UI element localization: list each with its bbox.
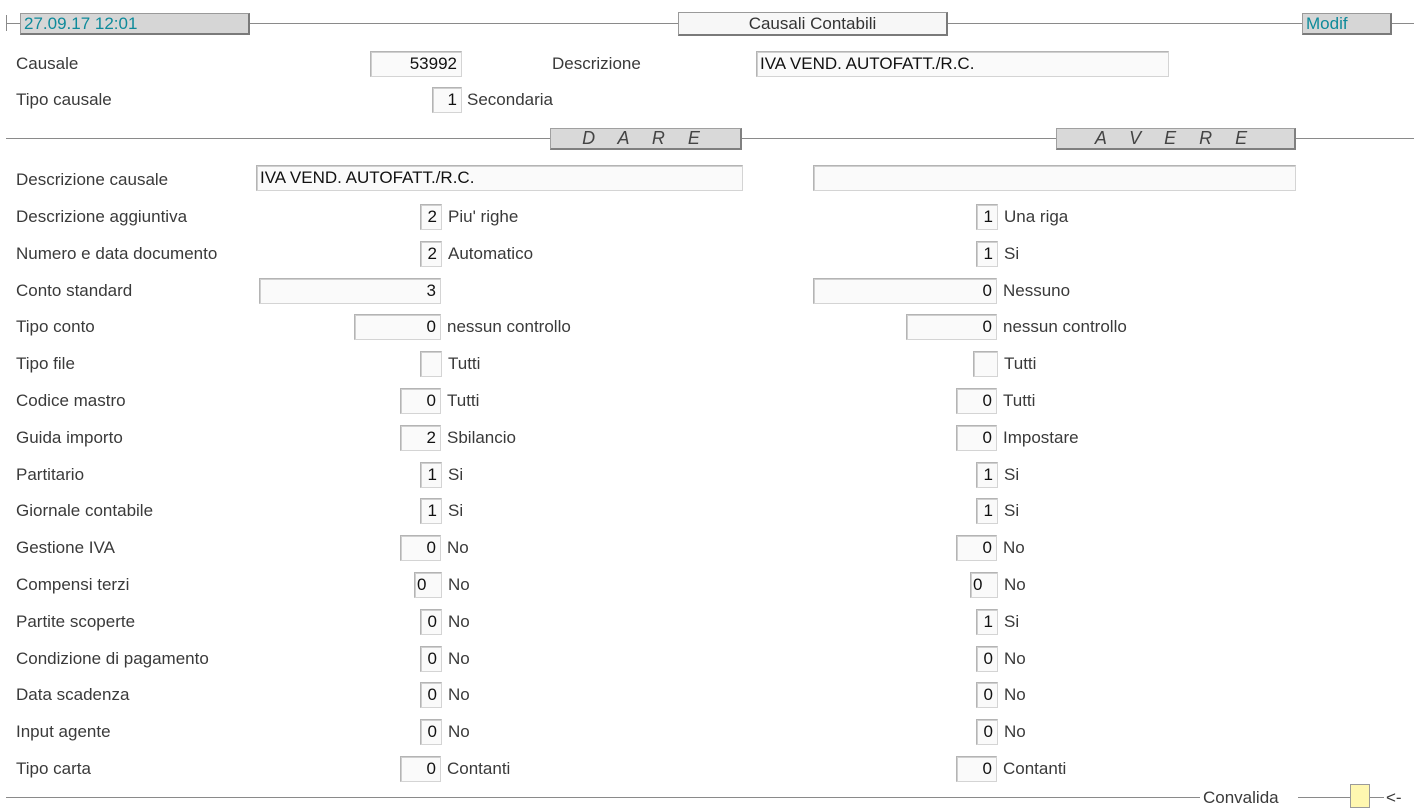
dare-guida-importo-field[interactable]: 2: [400, 425, 441, 451]
dare-partite-scoperte-field[interactable]: 0: [420, 609, 442, 635]
avere-tipo-conto-field[interactable]: 0: [906, 314, 997, 340]
dare-compensi-terzi-field[interactable]: 0: [414, 572, 442, 598]
dare-data-scadenza-desc: No: [448, 685, 470, 704]
convalida-label: Convalida: [1203, 788, 1279, 807]
avere-partitario-field[interactable]: 1: [976, 462, 998, 488]
avere-compensi-terzi-field[interactable]: 0: [970, 572, 998, 598]
dare-giornale-contabile-field[interactable]: 1: [420, 498, 442, 524]
avere-input-agente-field[interactable]: 0: [976, 719, 998, 745]
causale-label: Causale: [16, 54, 79, 73]
dare-partitario-field[interactable]: 1: [420, 462, 442, 488]
avere-giornale-contabile-field[interactable]: 1: [976, 498, 998, 524]
tipo-causale-desc: Secondaria: [467, 90, 554, 109]
dare-numero-e-data-documento-field[interactable]: 2: [420, 241, 442, 267]
partitario-label: Partitario: [16, 465, 85, 484]
avere-condizione-di-pagamento-desc: No: [1004, 649, 1026, 668]
avere-data-scadenza-field[interactable]: 0: [976, 682, 998, 708]
causale-code-field[interactable]: 53992: [370, 51, 462, 77]
avere-numero-e-data-documento-field[interactable]: 1: [976, 241, 998, 267]
condizione-di-pagamento-label: Condizione di pagamento: [16, 649, 209, 668]
gestione-iva-label: Gestione IVA: [16, 538, 115, 557]
dare-gestione-iva-field[interactable]: 0: [400, 535, 441, 561]
avere-codice-mastro-field[interactable]: 0: [956, 388, 997, 414]
dare-codice-mastro-field[interactable]: 0: [400, 388, 441, 414]
avere-tipo-carta-field[interactable]: 0: [956, 756, 997, 782]
dare-input-agente-desc: No: [448, 722, 470, 741]
dare-conto-standard-field[interactable]: 3: [259, 278, 441, 304]
dare-descrizione-causale-field[interactable]: IVA VEND. AUTOFATT./R.C.: [256, 165, 743, 191]
descrizione-causale-label: Descrizione causale: [16, 170, 169, 189]
conto-standard-label: Conto standard: [16, 281, 133, 300]
descrizione-label: Descrizione: [552, 54, 641, 73]
descrizione-field[interactable]: IVA VEND. AUTOFATT./R.C.: [756, 51, 1169, 77]
dare-giornale-contabile-desc: Si: [448, 501, 464, 520]
window-title: Causali Contabili: [678, 12, 948, 36]
avere-section-header: A V E R E: [1056, 128, 1296, 150]
avere-giornale-contabile-desc: Si: [1004, 501, 1020, 520]
tipo-conto-label: Tipo conto: [16, 317, 95, 336]
avere-descrizione-aggiuntiva-field[interactable]: 1: [976, 204, 998, 230]
avere-numero-e-data-documento-desc: Si: [1004, 244, 1020, 263]
dare-section-header: D A R E: [550, 128, 742, 150]
avere-partite-scoperte-field[interactable]: 1: [976, 609, 998, 635]
dare-input-agente-field[interactable]: 0: [420, 719, 442, 745]
dare-gestione-iva-desc: No: [447, 538, 469, 557]
dare-numero-e-data-documento-desc: Automatico: [448, 244, 534, 263]
avere-gestione-iva-desc: No: [1003, 538, 1025, 557]
avere-tipo-file-field[interactable]: [973, 351, 998, 377]
avere-partitario-desc: Si: [1004, 465, 1020, 484]
back-arrow[interactable]: <-: [1386, 787, 1402, 809]
partite-scoperte-label: Partite scoperte: [16, 612, 136, 631]
tipo-causale-label: Tipo causale: [16, 90, 112, 109]
numero-e-data-documento-label: Numero e data documento: [16, 244, 218, 263]
dare-tipo-carta-field[interactable]: 0: [400, 756, 441, 782]
giornale-contabile-label: Giornale contabile: [16, 501, 154, 520]
data-scadenza-label: Data scadenza: [16, 685, 130, 704]
dare-tipo-carta-desc: Contanti: [447, 759, 511, 778]
dare-partite-scoperte-desc: No: [448, 612, 470, 631]
avere-compensi-terzi-desc: No: [1004, 575, 1026, 594]
dare-partitario-desc: Si: [448, 465, 464, 484]
dare-descrizione-aggiuntiva-desc: Piu' righe: [448, 207, 519, 226]
tipo-carta-label: Tipo carta: [16, 759, 91, 778]
avere-condizione-di-pagamento-field[interactable]: 0: [976, 646, 998, 672]
avere-codice-mastro-desc: Tutti: [1003, 391, 1036, 410]
avere-partite-scoperte-desc: Si: [1004, 612, 1020, 631]
avere-tipo-file-desc: Tutti: [1004, 354, 1037, 373]
mode-indicator: Modif: [1302, 13, 1392, 35]
tipo-causale-field[interactable]: 1: [432, 87, 462, 113]
avere-descrizione-causale-field[interactable]: [813, 165, 1296, 191]
dare-compensi-terzi-desc: No: [448, 575, 470, 594]
guida-importo-label: Guida importo: [16, 428, 123, 447]
codice-mastro-label: Codice mastro: [16, 391, 126, 410]
avere-gestione-iva-field[interactable]: 0: [956, 535, 997, 561]
avere-tipo-carta-desc: Contanti: [1003, 759, 1067, 778]
compensi-terzi-label: Compensi terzi: [16, 575, 130, 594]
avere-tipo-conto-desc: nessun controllo: [1003, 317, 1127, 336]
dare-descrizione-aggiuntiva-field[interactable]: 2: [420, 204, 442, 230]
dare-condizione-di-pagamento-desc: No: [448, 649, 470, 668]
avere-data-scadenza-desc: No: [1004, 685, 1026, 704]
dare-tipo-file-desc: Tutti: [448, 354, 481, 373]
datetime-display: 27.09.17 12:01: [20, 13, 250, 35]
avere-input-agente-desc: No: [1004, 722, 1026, 741]
dare-guida-importo-desc: Sbilancio: [447, 428, 516, 447]
input-agente-label: Input agente: [16, 722, 111, 741]
dare-tipo-conto-desc: nessun controllo: [447, 317, 571, 336]
avere-conto-standard-field[interactable]: 0: [813, 278, 997, 304]
descrizione-aggiuntiva-label: Descrizione aggiuntiva: [16, 207, 188, 226]
dare-codice-mastro-desc: Tutti: [447, 391, 480, 410]
avere-descrizione-aggiuntiva-desc: Una riga: [1004, 207, 1069, 226]
avere-guida-importo-field[interactable]: 0: [956, 425, 997, 451]
dare-tipo-conto-field[interactable]: 0: [354, 314, 441, 340]
dare-condizione-di-pagamento-field[interactable]: 0: [420, 646, 442, 672]
dare-tipo-file-field[interactable]: [420, 351, 442, 377]
tipo-file-label: Tipo file: [16, 354, 75, 373]
avere-guida-importo-desc: Impostare: [1003, 428, 1079, 447]
dare-data-scadenza-field[interactable]: 0: [420, 682, 442, 708]
avere-conto-standard-desc: Nessuno: [1003, 281, 1071, 300]
convalida-button[interactable]: [1350, 784, 1370, 808]
